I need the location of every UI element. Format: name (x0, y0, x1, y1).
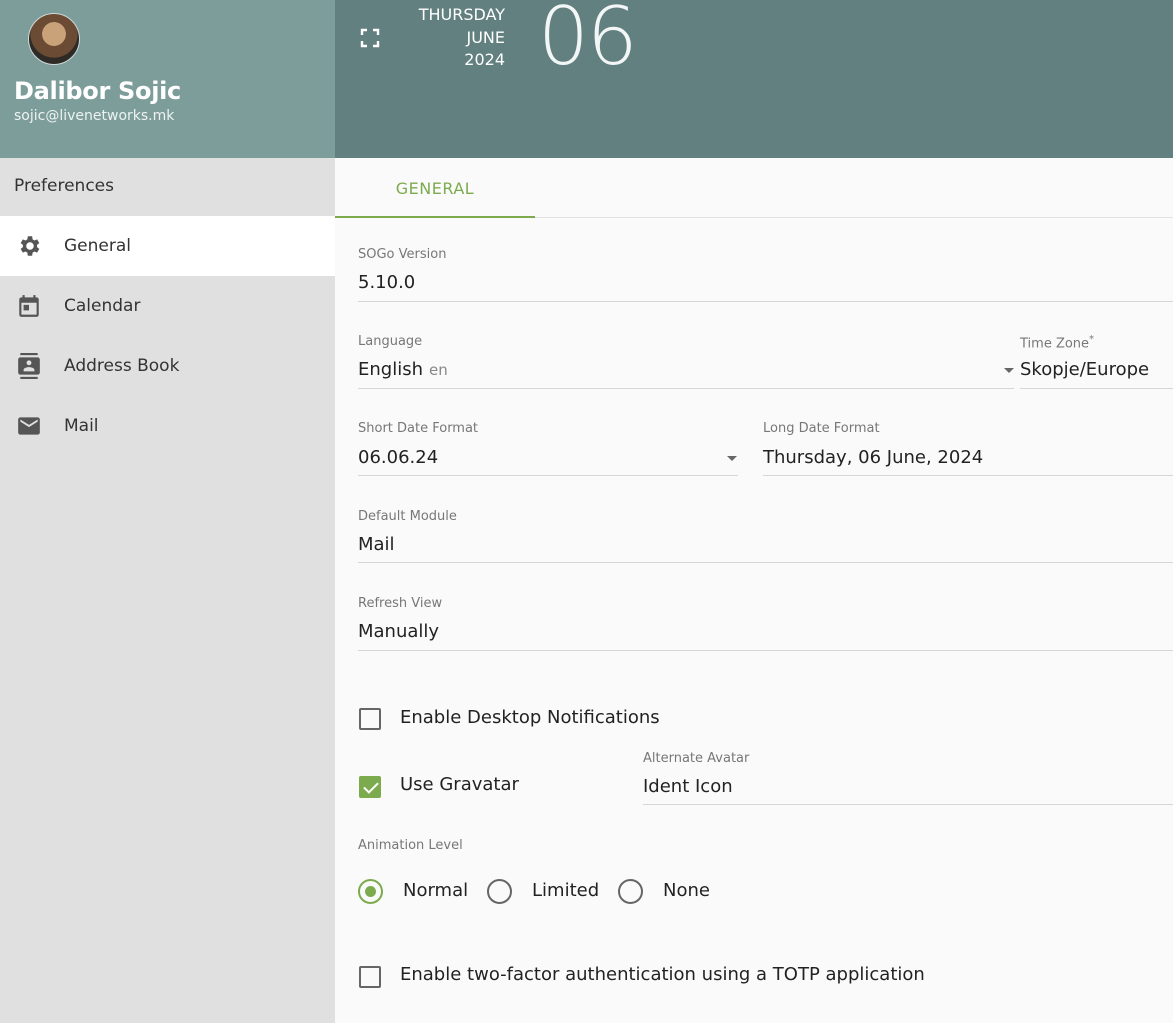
date-words: THURSDAY JUNE 2024 (395, 4, 505, 72)
timezone-input[interactable]: Skopje/Europe (1020, 359, 1149, 380)
date-year: 2024 (464, 50, 505, 69)
default-module-underline (358, 562, 1173, 563)
timezone-label-text: Time Zone (1020, 336, 1090, 352)
user-header: Dalibor Sojic sojic@livenetworks.mk (0, 0, 335, 158)
sogo-version-label: SOGo Version (358, 247, 447, 262)
short-date-underline (358, 475, 738, 476)
language-underline (358, 388, 1014, 389)
animation-none-label[interactable]: None (663, 880, 710, 901)
tab-bar: GENERAL (335, 158, 1173, 218)
totp-checkbox[interactable] (359, 966, 381, 988)
alternate-avatar-label: Alternate Avatar (643, 751, 750, 766)
language-label: Language (358, 334, 423, 349)
animation-none-radio[interactable] (618, 879, 643, 904)
language-select[interactable]: English en (358, 359, 448, 380)
short-date-chevron-down-icon[interactable] (727, 456, 737, 461)
sidebar-item-mail[interactable]: Mail (0, 396, 335, 456)
default-module-select[interactable]: Mail (358, 534, 395, 555)
tab-general[interactable]: GENERAL (335, 158, 535, 218)
preferences-title: Preferences (14, 176, 114, 196)
gravatar-checkbox[interactable] (359, 776, 381, 798)
date-weekday: THURSDAY (418, 5, 505, 24)
calendar-icon (15, 292, 43, 320)
refresh-view-select[interactable]: Manually (358, 621, 439, 642)
animation-normal-radio[interactable] (358, 879, 383, 904)
default-module-label: Default Module (358, 509, 457, 524)
sidebar-item-calendar[interactable]: Calendar (0, 276, 335, 336)
long-date-label: Long Date Format (763, 421, 880, 436)
sidebar: Dalibor Sojic sojic@livenetworks.mk Pref… (0, 0, 335, 1023)
language-value: English (358, 359, 423, 380)
animation-level-label: Animation Level (358, 838, 463, 853)
animation-normal-label[interactable]: Normal (403, 880, 468, 901)
alternate-avatar-select[interactable]: Ident Icon (643, 776, 733, 797)
tab-ink-bar (335, 216, 535, 218)
date-month: JUNE (466, 27, 505, 47)
sidebar-item-label: General (64, 236, 131, 256)
sidebar-item-label: Calendar (64, 296, 141, 316)
long-date-select[interactable]: Thursday, 06 June, 2024 (763, 447, 983, 468)
alternate-avatar-underline (643, 804, 1173, 805)
animation-limited-label[interactable]: Limited (532, 880, 599, 901)
mail-icon (15, 412, 43, 440)
sidebar-item-label: Mail (64, 416, 99, 436)
timezone-underline (1020, 388, 1173, 389)
fullscreen-icon[interactable] (359, 27, 381, 49)
gear-icon (15, 232, 43, 260)
language-code: en (429, 361, 448, 379)
animation-limited-radio[interactable] (487, 879, 512, 904)
desktop-notifications-checkbox[interactable] (359, 708, 381, 730)
user-name: Dalibor Sojic (14, 77, 181, 105)
refresh-view-label: Refresh View (358, 596, 443, 611)
avatar[interactable] (28, 13, 80, 65)
required-mark: * (1089, 334, 1095, 345)
sidebar-item-label: Address Book (64, 356, 180, 376)
contacts-icon (15, 352, 43, 380)
sogo-version-underline (358, 301, 1173, 302)
sidebar-item-general[interactable]: General (0, 216, 335, 276)
date-day: 06 (538, 0, 638, 83)
user-email: sojic@livenetworks.mk (14, 108, 175, 124)
sidebar-item-address-book[interactable]: Address Book (0, 336, 335, 396)
sogo-version-value: 5.10.0 (358, 272, 416, 293)
short-date-label: Short Date Format (358, 421, 479, 436)
language-chevron-down-icon[interactable] (1004, 368, 1014, 373)
gravatar-label[interactable]: Use Gravatar (400, 774, 519, 795)
totp-label[interactable]: Enable two-factor authentication using a… (400, 964, 925, 985)
long-date-underline (763, 475, 1173, 476)
timezone-label: Time Zone* (1020, 334, 1094, 351)
refresh-view-underline (358, 650, 1173, 651)
short-date-select[interactable]: 06.06.24 (358, 447, 438, 468)
date-header: THURSDAY JUNE 2024 06 (335, 0, 1173, 158)
desktop-notifications-label[interactable]: Enable Desktop Notifications (400, 707, 660, 728)
